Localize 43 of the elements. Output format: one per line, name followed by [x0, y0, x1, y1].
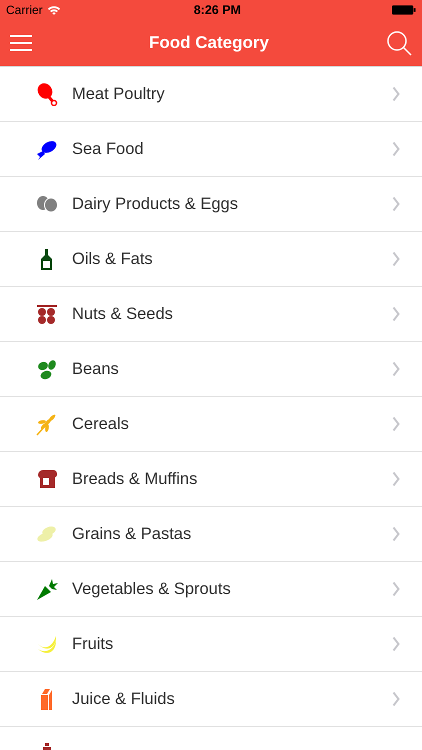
chevron-icon [392, 196, 400, 212]
chevron-icon [392, 526, 400, 542]
chevron-icon [392, 361, 400, 377]
category-row[interactable]: Cereals [0, 397, 422, 452]
chevron-icon [392, 636, 400, 652]
category-row[interactable]: Grains & Pastas [0, 507, 422, 562]
category-label: Sea Food [72, 140, 144, 158]
category-label: Vegetables & Sprouts [72, 580, 231, 598]
category-label: Juice & Fluids [72, 690, 175, 708]
category-label: Cereals [72, 414, 129, 434]
chevron-icon [392, 141, 400, 157]
chevron-icon [392, 306, 400, 322]
category-label: Breads & Muffins [72, 470, 198, 488]
chevron-icon [392, 251, 400, 267]
category-row[interactable]: Sea Food [0, 122, 422, 177]
category-row[interactable]: Juice & Fluids [0, 672, 422, 727]
category-row[interactable]: Beans [0, 342, 422, 397]
category-row[interactable]: Breads & Muffins [0, 452, 422, 507]
carrier-name: Carrier [6, 3, 43, 17]
chevron-icon [392, 581, 400, 597]
clock-time: 8:26 PM [192, 3, 242, 17]
category-label: Nuts & Seeds [72, 304, 173, 324]
battery-icon [392, 5, 416, 15]
category-label: Oils & Fats [72, 250, 153, 268]
chevron-icon [392, 471, 400, 487]
chevron-icon [392, 416, 400, 432]
chevron-icon [392, 691, 400, 707]
category-label: Beans [72, 360, 119, 378]
category-label: Fruits [72, 634, 114, 654]
chevron-icon [392, 86, 400, 102]
screen-title: Food Category [149, 33, 269, 53]
category-row[interactable]: Nuts & Seeds [0, 287, 422, 342]
category-label: Dairy Products & Eggs [72, 194, 238, 214]
category-row[interactable]: Oils & Fats [0, 232, 422, 287]
search-button[interactable] [386, 30, 412, 56]
category-row[interactable]: Meat Poultry [0, 67, 422, 122]
category-row[interactable]: Fruits [0, 617, 422, 672]
category-row[interactable]: Dairy Products & Eggs [0, 177, 422, 232]
category-row[interactable]: Vegetables & Sprouts [0, 562, 422, 617]
category-label: Grains & Pastas [72, 524, 192, 544]
wifi-icon [46, 4, 61, 16]
category-label: Meat Poultry [72, 84, 165, 104]
menu-button[interactable] [10, 34, 32, 52]
